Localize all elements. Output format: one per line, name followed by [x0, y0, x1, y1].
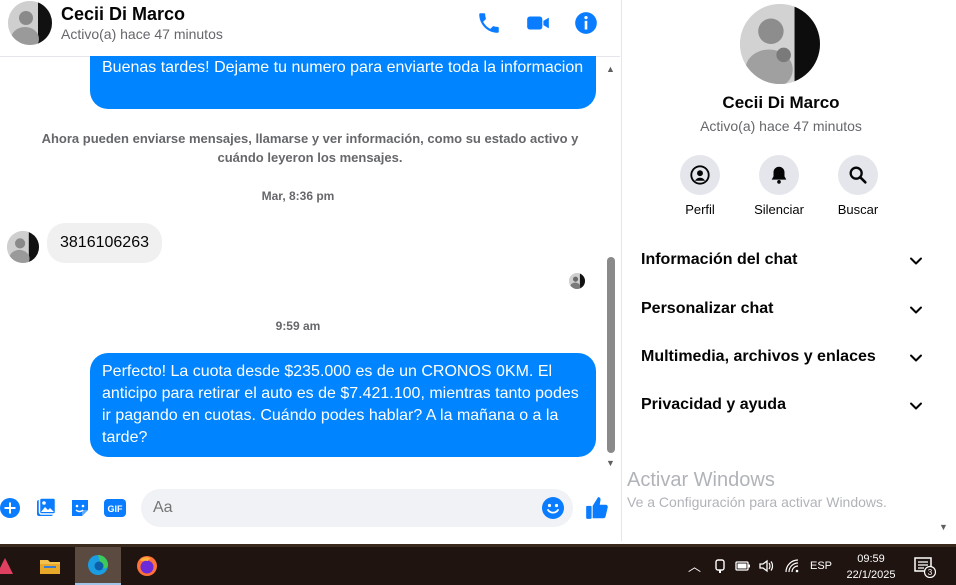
plus-icon[interactable]: [0, 496, 22, 520]
volume-icon[interactable]: [758, 558, 774, 574]
show-hidden-icons-chevron[interactable]: ︿: [688, 556, 701, 575]
section-label: Personalizar chat: [641, 300, 774, 317]
edge-icon[interactable]: [75, 547, 121, 585]
clock-time: 09:59: [857, 553, 885, 565]
section-media-files-links[interactable]: Multimedia, archivos y enlaces: [641, 343, 923, 373]
section-privacy-help[interactable]: Privacidad y ayuda: [641, 391, 923, 421]
time-separator: 9:59 am: [275, 319, 321, 333]
panel-contact-name: Cecii Di Marco: [722, 93, 840, 112]
incoming-message[interactable]: 3816106263: [47, 223, 162, 263]
message-input[interactable]: [141, 489, 573, 527]
partial-app-icon[interactable]: [0, 547, 28, 585]
chevron-down-icon: [910, 354, 922, 362]
taskbar-clock[interactable]: 09:59 22/1/2025: [836, 551, 906, 583]
chevron-down-icon: [910, 306, 922, 314]
panel-contact-status: Activo(a) hace 47 minutos: [700, 118, 862, 134]
scroll-down-arrow[interactable]: ▼: [606, 458, 615, 468]
chevron-down-icon: [910, 257, 922, 265]
image-icon[interactable]: [34, 496, 58, 520]
wifi-icon[interactable]: [784, 558, 800, 574]
message-list[interactable]: Buenas tardes! Dejame tu numero para env…: [0, 56, 620, 475]
profile-action[interactable]: Perfil: [665, 155, 735, 217]
svg-text:GIF: GIF: [108, 504, 124, 514]
firefox-icon[interactable]: [124, 547, 170, 585]
profile-label: Perfil: [685, 202, 715, 217]
activate-windows-subtitle: Ve a Configuración para activar Windows.: [627, 494, 887, 510]
file-explorer-icon[interactable]: [27, 547, 73, 585]
meet-now-icon[interactable]: [712, 558, 728, 574]
notification-center-icon[interactable]: 3: [914, 556, 936, 578]
gif-icon[interactable]: GIF: [103, 496, 127, 520]
taskbar: ︿ ESP 09:59 22/1/2025 3: [0, 544, 956, 585]
mute-action[interactable]: Silenciar: [744, 155, 814, 217]
outgoing-message[interactable]: Perfecto! La cuota desde $235.000 es de …: [90, 353, 596, 457]
video-icon[interactable]: [525, 10, 551, 36]
system-note: Ahora pueden enviarse mensajes, llamarse…: [41, 131, 579, 165]
panel-scroll-down-arrow[interactable]: ▼: [939, 522, 948, 532]
emoji-icon[interactable]: [541, 496, 565, 520]
contact-name[interactable]: Cecii Di Marco: [61, 4, 185, 25]
phone-icon[interactable]: [476, 10, 502, 36]
message-composer: GIF: [0, 475, 620, 541]
bell-icon: [759, 155, 799, 195]
outgoing-message[interactable]: Buenas tardes! Dejame tu numero para env…: [90, 56, 596, 109]
svg-text:3: 3: [928, 568, 933, 577]
contact-status: Activo(a) hace 47 minutos: [61, 26, 223, 42]
section-label: Información del chat: [641, 251, 798, 268]
section-label: Privacidad y ayuda: [641, 396, 786, 413]
section-label: Multimedia, archivos y enlaces: [641, 348, 876, 365]
sender-avatar[interactable]: [7, 231, 39, 263]
contact-avatar-large[interactable]: [740, 4, 820, 84]
search-action[interactable]: Buscar: [823, 155, 893, 217]
mute-label: Silenciar: [754, 202, 804, 217]
info-icon[interactable]: [573, 10, 599, 36]
activate-windows-title: Activar Windows: [627, 469, 775, 491]
profile-icon: [680, 155, 720, 195]
like-icon[interactable]: [584, 495, 610, 521]
sticker-icon[interactable]: [68, 496, 92, 520]
contact-avatar[interactable]: [8, 1, 52, 45]
section-customize-chat[interactable]: Personalizar chat: [641, 295, 923, 325]
section-chat-info[interactable]: Información del chat: [641, 246, 923, 276]
scrollbar-thumb[interactable]: [607, 257, 615, 453]
time-separator: Mar, 8:36 pm: [261, 189, 335, 203]
chat-details-panel: Cecii Di Marco Activo(a) hace 47 minutos…: [621, 0, 956, 541]
chat-header: Cecii Di Marco Activo(a) hace 47 minutos: [0, 0, 620, 57]
battery-icon[interactable]: [735, 558, 751, 574]
chevron-down-icon: [910, 402, 922, 410]
language-indicator[interactable]: ESP: [810, 560, 832, 572]
search-label: Buscar: [837, 202, 879, 217]
scroll-up-arrow[interactable]: ▲: [606, 64, 615, 74]
clock-date: 22/1/2025: [846, 569, 896, 581]
search-icon: [838, 155, 878, 195]
read-receipt-avatar: [569, 273, 585, 289]
